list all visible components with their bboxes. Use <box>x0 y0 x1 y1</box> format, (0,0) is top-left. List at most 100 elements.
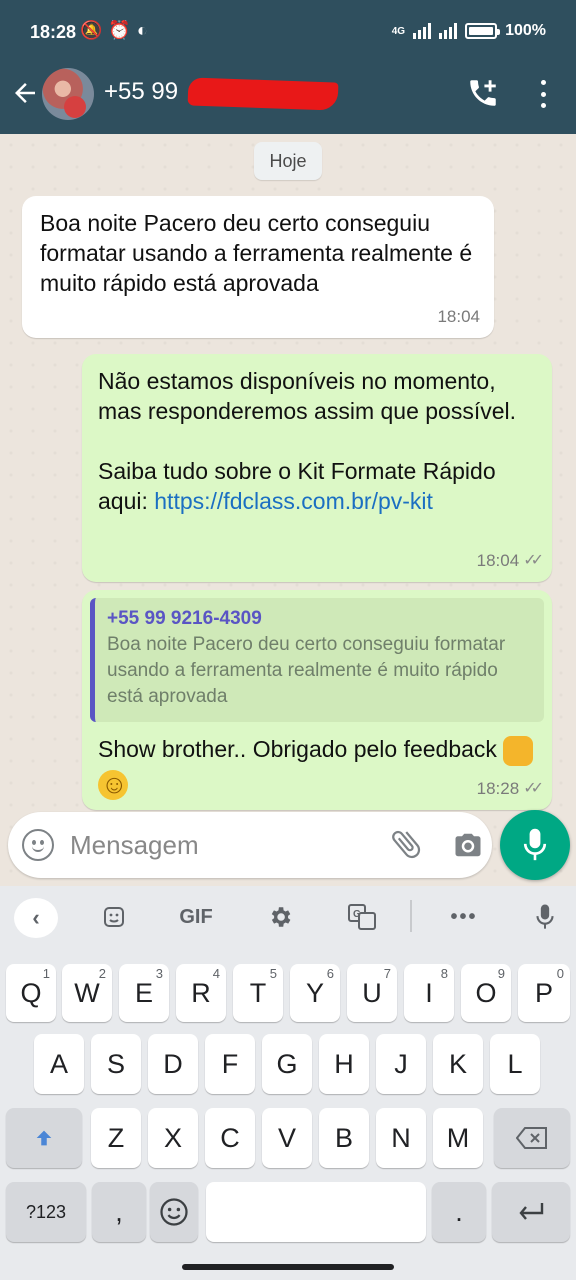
signal-icon-2 <box>439 23 458 39</box>
key-s[interactable]: S <box>91 1034 141 1094</box>
paperclip-icon[interactable] <box>388 826 424 862</box>
toolbar-divider <box>410 900 412 932</box>
double-check-icon: ✓✓ <box>523 552 544 569</box>
backspace-icon <box>516 1127 547 1149</box>
key-l[interactable]: L <box>490 1034 540 1094</box>
key-j[interactable]: J <box>376 1034 426 1094</box>
mute-icon: 🔕 <box>80 20 103 40</box>
battery-level: 100% <box>505 22 546 39</box>
svg-text:G: G <box>353 909 361 920</box>
enter-key[interactable] <box>492 1182 570 1242</box>
redaction-mark <box>187 77 339 111</box>
more-horiz-icon[interactable]: ••• <box>446 902 482 932</box>
contact-name[interactable]: +55 99 <box>104 78 178 106</box>
emoji-key[interactable] <box>150 1182 198 1242</box>
key-c[interactable]: C <box>205 1108 255 1168</box>
double-check-icon: ✓✓ <box>523 780 544 797</box>
keyboard-toolbar: ‹ GIF G ••• <box>0 886 576 948</box>
backspace-key[interactable] <box>494 1108 570 1168</box>
message-text-2: Saiba tudo sobre o Kit Formate Rápido aq… <box>98 456 536 516</box>
message-time: 18:04 ✓✓ <box>476 546 544 576</box>
comma-key[interactable]: , <box>92 1182 146 1242</box>
enter-icon <box>519 1203 544 1220</box>
message-outgoing-reply[interactable]: +55 99 9216-4309 Boa noite Pacero deu ce… <box>82 590 552 810</box>
battery-icon <box>465 23 501 39</box>
key-m[interactable]: M <box>433 1108 483 1168</box>
home-indicator[interactable] <box>182 1264 394 1270</box>
message-time: 18:28 ✓✓ <box>476 774 544 804</box>
key-e[interactable]: E3 <box>119 964 169 1022</box>
key-w[interactable]: W2 <box>62 964 112 1022</box>
message-text: Boa noite Pacero deu certo conseguiu for… <box>40 210 473 296</box>
key-i[interactable]: I8 <box>404 964 454 1022</box>
key-f[interactable]: F <box>205 1034 255 1094</box>
chat-area[interactable]: Hoje Boa noite Pacero deu certo consegui… <box>0 134 576 886</box>
message-text: Não estamos disponíveis no momento, mas … <box>98 368 517 424</box>
symbols-key[interactable]: ?123 <box>6 1182 86 1242</box>
quoted-message[interactable]: +55 99 9216-4309 Boa noite Pacero deu ce… <box>90 598 544 722</box>
key-v[interactable]: V <box>262 1108 312 1168</box>
chevron-left-icon[interactable]: ‹ <box>14 898 58 938</box>
key-z[interactable]: Z <box>91 1108 141 1168</box>
avatar[interactable] <box>42 68 94 120</box>
smile-emoji-icon <box>98 767 128 801</box>
gif-button[interactable]: GIF <box>172 902 220 932</box>
quote-sender: +55 99 9216-4309 <box>107 608 262 629</box>
chat-header: +55 99 <box>0 66 576 134</box>
mic-button[interactable] <box>500 810 570 880</box>
message-timestamp: 18:28 <box>476 779 520 798</box>
message-link[interactable]: https://fdclass.com.br/pv-kit <box>154 488 433 514</box>
fist-emoji-icon <box>503 735 534 766</box>
navigation-bar <box>0 1256 576 1280</box>
key-k[interactable]: K <box>433 1034 483 1094</box>
signal-icon <box>413 23 432 39</box>
message-timestamp: 18:04 <box>437 307 480 326</box>
status-right: 4G 100% <box>392 22 546 40</box>
add-call-icon[interactable] <box>466 76 500 110</box>
key-t[interactable]: T5 <box>233 964 283 1022</box>
camera-icon[interactable] <box>452 830 484 860</box>
key-x[interactable]: X <box>148 1108 198 1168</box>
message-text: Show brother.. Obrigado pelo feedback <box>98 736 497 762</box>
key-h[interactable]: H <box>319 1034 369 1094</box>
status-bar: 18:28 🔕 ⏰ ◐ 4G 100% <box>0 0 576 66</box>
key-y[interactable]: Y6 <box>290 964 340 1022</box>
emoji-icon[interactable] <box>22 829 54 861</box>
network-type: 4G <box>391 25 406 37</box>
key-b[interactable]: B <box>319 1108 369 1168</box>
data-saver-icon: ◐ <box>136 20 148 40</box>
message-outgoing[interactable]: Não estamos disponíveis no momento, mas … <box>82 354 552 582</box>
alarm-icon: ⏰ <box>108 20 131 40</box>
space-key[interactable] <box>206 1182 426 1242</box>
translate-icon[interactable]: G <box>344 902 380 932</box>
key-g[interactable]: G <box>262 1034 312 1094</box>
key-q[interactable]: Q1 <box>6 964 56 1022</box>
quote-text: Boa noite Pacero deu certo conseguiu for… <box>107 634 506 707</box>
period-key[interactable]: . <box>432 1182 486 1242</box>
keyboard: ‹ GIF G ••• Q1 W2 E3 R4 T5 Y6 U7 I8 O9 P… <box>0 886 576 1280</box>
emoji-icon <box>160 1198 188 1226</box>
message-incoming[interactable]: Boa noite Pacero deu certo conseguiu for… <box>22 196 494 338</box>
mic-icon[interactable] <box>530 902 560 932</box>
key-r[interactable]: R4 <box>176 964 226 1022</box>
key-o[interactable]: O9 <box>461 964 511 1022</box>
message-time: 18:04 <box>437 302 480 332</box>
status-time: 18:28 <box>30 22 77 42</box>
arrow-left-icon[interactable] <box>10 78 40 108</box>
status-icons: 🔕 ⏰ ◐ <box>80 20 148 41</box>
sticker-icon[interactable] <box>96 902 132 932</box>
key-a[interactable]: A <box>34 1034 84 1094</box>
settings-icon[interactable] <box>262 902 298 932</box>
key-p[interactable]: P0 <box>518 964 570 1022</box>
key-d[interactable]: D <box>148 1034 198 1094</box>
mic-icon <box>523 828 547 861</box>
date-divider: Hoje <box>254 142 322 180</box>
message-composer <box>8 812 492 878</box>
message-input[interactable] <box>70 812 370 878</box>
message-timestamp: 18:04 <box>476 551 520 570</box>
key-u[interactable]: U7 <box>347 964 397 1022</box>
key-n[interactable]: N <box>376 1108 426 1168</box>
shift-arrow-icon <box>36 1130 52 1146</box>
more-vert-icon[interactable] <box>536 80 550 108</box>
shift-key[interactable] <box>6 1108 82 1168</box>
